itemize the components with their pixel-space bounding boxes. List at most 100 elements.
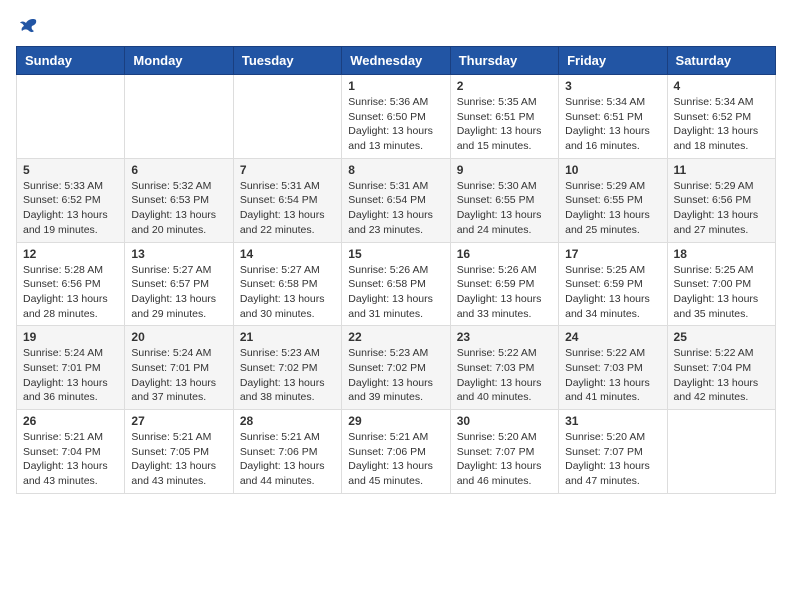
week-row-1: 1 Sunrise: 5:36 AM Sunset: 6:50 PM Daylig…	[17, 75, 776, 159]
calendar-cell: 4 Sunrise: 5:34 AM Sunset: 6:52 PM Daylig…	[667, 75, 775, 159]
calendar-cell: 20 Sunrise: 5:24 AM Sunset: 7:01 PM Dayli…	[125, 326, 233, 410]
day-info: Sunrise: 5:32 AM Sunset: 6:53 PM Dayligh…	[131, 179, 226, 238]
week-row-4: 19 Sunrise: 5:24 AM Sunset: 7:01 PM Dayli…	[17, 326, 776, 410]
logo	[16, 16, 40, 38]
day-number: 13	[131, 247, 226, 261]
day-number: 19	[23, 330, 118, 344]
day-number: 5	[23, 163, 118, 177]
day-number: 4	[674, 79, 769, 93]
calendar-cell: 26Sunrise: 5:21 AM Sunset: 7:04 PM Dayli…	[17, 410, 125, 494]
header	[16, 16, 776, 38]
day-number: 22	[348, 330, 443, 344]
logo-bird-icon	[18, 16, 40, 38]
day-info: Sunrise: 5:29 AM Sunset: 6:56 PM Dayligh…	[674, 179, 769, 238]
weekday-thursday: Thursday	[450, 47, 558, 75]
weekday-tuesday: Tuesday	[233, 47, 341, 75]
calendar-cell: 29 Sunrise: 5:21 AM Sunset: 7:06 PM Dayli…	[342, 410, 450, 494]
day-number: 15	[348, 247, 443, 261]
day-info: Sunrise: 5:24 AM Sunset: 7:01 PM Dayligh…	[131, 346, 226, 405]
calendar-cell: 2 Sunrise: 5:35 AM Sunset: 6:51 PM Daylig…	[450, 75, 558, 159]
day-number: 31	[565, 414, 660, 428]
day-info: Sunrise: 5:35 AM Sunset: 6:51 PM Dayligh…	[457, 95, 552, 154]
day-info: Sunrise: 5:30 AM Sunset: 6:55 PM Dayligh…	[457, 179, 552, 238]
day-info: Sunrise: 5:22 AM Sunset: 7:03 PM Dayligh…	[565, 346, 660, 405]
weekday-saturday: Saturday	[667, 47, 775, 75]
day-number: 29	[348, 414, 443, 428]
calendar-cell: 25 Sunrise: 5:22 AM Sunset: 7:04 PM Dayli…	[667, 326, 775, 410]
calendar-cell: 31 Sunrise: 5:20 AM Sunset: 7:07 PM Dayli…	[559, 410, 667, 494]
week-row-5: 26Sunrise: 5:21 AM Sunset: 7:04 PM Dayli…	[17, 410, 776, 494]
calendar-cell	[233, 75, 341, 159]
day-info: Sunrise: 5:36 AM Sunset: 6:50 PM Dayligh…	[348, 95, 443, 154]
day-info: Sunrise: 5:22 AM Sunset: 7:03 PM Dayligh…	[457, 346, 552, 405]
calendar-cell: 1 Sunrise: 5:36 AM Sunset: 6:50 PM Daylig…	[342, 75, 450, 159]
calendar-cell: 17 Sunrise: 5:25 AM Sunset: 6:59 PM Dayli…	[559, 242, 667, 326]
calendar-cell: 27 Sunrise: 5:21 AM Sunset: 7:05 PM Dayli…	[125, 410, 233, 494]
day-info: Sunrise: 5:34 AM Sunset: 6:51 PM Dayligh…	[565, 95, 660, 154]
weekday-monday: Monday	[125, 47, 233, 75]
day-info: Sunrise: 5:21 AM Sunset: 7:06 PM Dayligh…	[348, 430, 443, 489]
day-number: 20	[131, 330, 226, 344]
day-info: Sunrise: 5:23 AM Sunset: 7:02 PM Dayligh…	[240, 346, 335, 405]
day-number: 12	[23, 247, 118, 261]
day-info: Sunrise: 5:22 AM Sunset: 7:04 PM Dayligh…	[674, 346, 769, 405]
calendar-cell	[125, 75, 233, 159]
calendar-cell: 16Sunrise: 5:26 AM Sunset: 6:59 PM Dayli…	[450, 242, 558, 326]
day-info: Sunrise: 5:33 AM Sunset: 6:52 PM Dayligh…	[23, 179, 118, 238]
calendar-table: SundayMondayTuesdayWednesdayThursdayFrid…	[16, 46, 776, 494]
weekday-header-row: SundayMondayTuesdayWednesdayThursdayFrid…	[17, 47, 776, 75]
day-number: 28	[240, 414, 335, 428]
day-info: Sunrise: 5:21 AM Sunset: 7:05 PM Dayligh…	[131, 430, 226, 489]
day-info: Sunrise: 5:26 AM Sunset: 6:59 PM Dayligh…	[457, 263, 552, 322]
day-number: 25	[674, 330, 769, 344]
calendar-cell: 7Sunrise: 5:31 AM Sunset: 6:54 PM Daylig…	[233, 158, 341, 242]
calendar-body: 1 Sunrise: 5:36 AM Sunset: 6:50 PM Daylig…	[17, 75, 776, 494]
calendar-cell: 19Sunrise: 5:24 AM Sunset: 7:01 PM Dayli…	[17, 326, 125, 410]
calendar-cell: 5 Sunrise: 5:33 AM Sunset: 6:52 PM Daylig…	[17, 158, 125, 242]
day-number: 8	[348, 163, 443, 177]
calendar-cell: 6Sunrise: 5:32 AM Sunset: 6:53 PM Daylig…	[125, 158, 233, 242]
day-number: 3	[565, 79, 660, 93]
calendar-cell: 30Sunrise: 5:20 AM Sunset: 7:07 PM Dayli…	[450, 410, 558, 494]
day-number: 10	[565, 163, 660, 177]
day-number: 27	[131, 414, 226, 428]
calendar-cell: 10 Sunrise: 5:29 AM Sunset: 6:55 PM Dayli…	[559, 158, 667, 242]
calendar-cell: 24Sunrise: 5:22 AM Sunset: 7:03 PM Dayli…	[559, 326, 667, 410]
day-info: Sunrise: 5:27 AM Sunset: 6:58 PM Dayligh…	[240, 263, 335, 322]
day-info: Sunrise: 5:29 AM Sunset: 6:55 PM Dayligh…	[565, 179, 660, 238]
day-info: Sunrise: 5:27 AM Sunset: 6:57 PM Dayligh…	[131, 263, 226, 322]
weekday-sunday: Sunday	[17, 47, 125, 75]
day-info: Sunrise: 5:25 AM Sunset: 7:00 PM Dayligh…	[674, 263, 769, 322]
calendar-cell: 3 Sunrise: 5:34 AM Sunset: 6:51 PM Daylig…	[559, 75, 667, 159]
day-info: Sunrise: 5:31 AM Sunset: 6:54 PM Dayligh…	[348, 179, 443, 238]
calendar-cell: 13 Sunrise: 5:27 AM Sunset: 6:57 PM Dayli…	[125, 242, 233, 326]
day-info: Sunrise: 5:21 AM Sunset: 7:04 PM Dayligh…	[23, 430, 118, 489]
day-info: Sunrise: 5:21 AM Sunset: 7:06 PM Dayligh…	[240, 430, 335, 489]
calendar-cell: 21 Sunrise: 5:23 AM Sunset: 7:02 PM Dayli…	[233, 326, 341, 410]
day-number: 30	[457, 414, 552, 428]
day-info: Sunrise: 5:34 AM Sunset: 6:52 PM Dayligh…	[674, 95, 769, 154]
calendar-cell	[667, 410, 775, 494]
calendar-cell: 23 Sunrise: 5:22 AM Sunset: 7:03 PM Dayli…	[450, 326, 558, 410]
calendar-cell: 14 Sunrise: 5:27 AM Sunset: 6:58 PM Dayli…	[233, 242, 341, 326]
week-row-2: 5 Sunrise: 5:33 AM Sunset: 6:52 PM Daylig…	[17, 158, 776, 242]
weekday-friday: Friday	[559, 47, 667, 75]
day-number: 18	[674, 247, 769, 261]
week-row-3: 12Sunrise: 5:28 AM Sunset: 6:56 PM Dayli…	[17, 242, 776, 326]
calendar-cell	[17, 75, 125, 159]
day-number: 9	[457, 163, 552, 177]
day-number: 14	[240, 247, 335, 261]
day-info: Sunrise: 5:23 AM Sunset: 7:02 PM Dayligh…	[348, 346, 443, 405]
day-number: 17	[565, 247, 660, 261]
day-info: Sunrise: 5:25 AM Sunset: 6:59 PM Dayligh…	[565, 263, 660, 322]
day-info: Sunrise: 5:20 AM Sunset: 7:07 PM Dayligh…	[565, 430, 660, 489]
calendar-cell: 12Sunrise: 5:28 AM Sunset: 6:56 PM Dayli…	[17, 242, 125, 326]
weekday-wednesday: Wednesday	[342, 47, 450, 75]
day-number: 23	[457, 330, 552, 344]
day-number: 2	[457, 79, 552, 93]
day-number: 1	[348, 79, 443, 93]
calendar-cell: 11Sunrise: 5:29 AM Sunset: 6:56 PM Dayli…	[667, 158, 775, 242]
calendar-cell: 28 Sunrise: 5:21 AM Sunset: 7:06 PM Dayli…	[233, 410, 341, 494]
day-info: Sunrise: 5:31 AM Sunset: 6:54 PM Dayligh…	[240, 179, 335, 238]
day-number: 21	[240, 330, 335, 344]
